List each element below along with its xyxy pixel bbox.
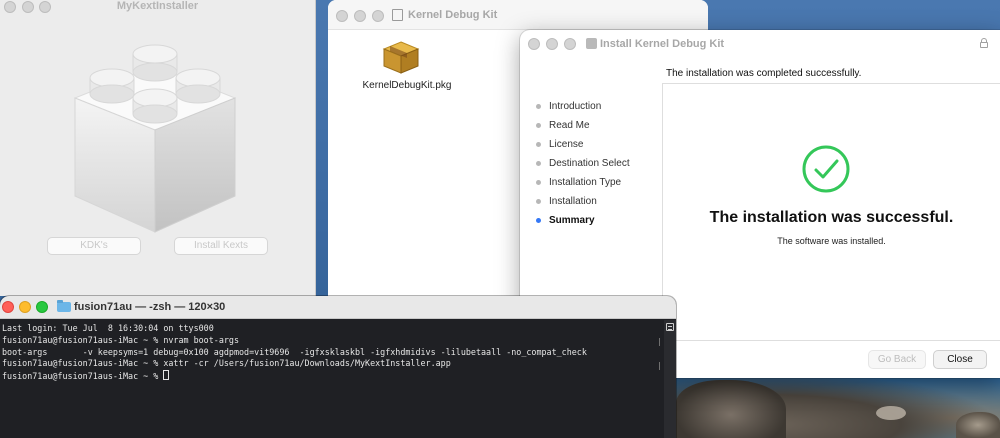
step-dot-icon <box>536 161 541 166</box>
success-title: The installation was successful. <box>709 209 954 226</box>
terminal-window: fusion71au — -zsh — 120×30 Last login: T… <box>0 296 676 438</box>
marks-menu-icon[interactable] <box>666 323 674 331</box>
kext-brick-icon <box>73 44 237 233</box>
wallpaper-scenery <box>676 372 1000 438</box>
terminal-line: Last login: Tue Jul 8 16:30:04 on ttys00… <box>2 323 214 333</box>
mykextinstaller-window: MyKextInstaller KDK's Install Kexts <box>0 0 316 296</box>
mark-bracket <box>657 338 660 346</box>
minimize-button[interactable] <box>19 301 31 313</box>
step-destination-select: Destination Select <box>536 157 630 176</box>
close-button[interactable] <box>336 10 348 22</box>
summary-pane: The installation was successful. The sof… <box>662 83 1000 341</box>
mark-bracket <box>657 362 660 370</box>
installation-status-header: The installation was completed successfu… <box>666 68 862 79</box>
terminal-line: fusion71au@fusion71aus-iMac ~ % xattr -c… <box>2 358 451 369</box>
terminal-line: fusion71au@fusion71aus-iMac ~ % nvram bo… <box>2 334 239 345</box>
zoom-button[interactable] <box>372 10 384 22</box>
step-summary: Summary <box>536 214 630 233</box>
success-subtitle: The software was installed. <box>777 236 886 246</box>
lock-icon <box>980 38 988 48</box>
step-dot-icon <box>536 104 541 109</box>
install-kexts-button[interactable]: Install Kexts <box>174 237 268 255</box>
minimize-button[interactable] <box>546 38 558 50</box>
terminal-output[interactable]: Last login: Tue Jul 8 16:30:04 on ttys00… <box>0 320 664 438</box>
folder-icon <box>57 300 71 312</box>
file-name[interactable]: KernelDebugKit.pkg <box>352 80 462 91</box>
finder-titlebar: Kernel Debug Kit <box>328 0 708 30</box>
package-icon[interactable] <box>380 40 422 74</box>
terminal-prompt-line: fusion71au@fusion71aus-iMac ~ % <box>2 370 662 383</box>
step-read-me: Read Me <box>536 119 630 138</box>
minimize-button[interactable] <box>354 10 366 22</box>
step-license: License <box>536 138 630 157</box>
installer-icon <box>586 38 597 49</box>
window-title: Kernel Debug Kit <box>408 9 498 21</box>
go-back-button[interactable]: Go Back <box>868 350 926 369</box>
disk-image-icon <box>392 9 403 21</box>
close-installer-button[interactable]: Close <box>933 350 987 369</box>
zoom-button[interactable] <box>36 301 48 313</box>
terminal-titlebar: fusion71au — -zsh — 120×30 <box>0 296 676 319</box>
step-introduction: Introduction <box>536 100 630 119</box>
window-title: Install Kernel Debug Kit <box>600 38 725 50</box>
step-installation-type: Installation Type <box>536 176 630 195</box>
step-dot-icon <box>536 180 541 185</box>
window-title: MyKextInstaller <box>116 0 199 12</box>
kdks-button[interactable]: KDK's <box>47 237 141 255</box>
step-dot-icon <box>536 218 541 223</box>
step-installation: Installation <box>536 195 630 214</box>
close-button[interactable] <box>528 38 540 50</box>
close-button[interactable] <box>2 301 14 313</box>
terminal-scrollbar[interactable] <box>664 320 676 438</box>
terminal-line: boot-args -v keepsyms=1 debug=0x100 agdp… <box>2 346 587 357</box>
cursor <box>163 370 170 381</box>
installer-steps: Introduction Read Me License Destination… <box>536 100 630 233</box>
installer-titlebar: Install Kernel Debug Kit <box>520 30 1000 58</box>
step-dot-icon <box>536 123 541 128</box>
step-dot-icon <box>536 199 541 204</box>
success-checkmark-icon <box>802 145 850 193</box>
zoom-button[interactable] <box>564 38 576 50</box>
window-title: fusion71au — -zsh — 120×30 <box>74 301 226 313</box>
step-dot-icon <box>536 142 541 147</box>
